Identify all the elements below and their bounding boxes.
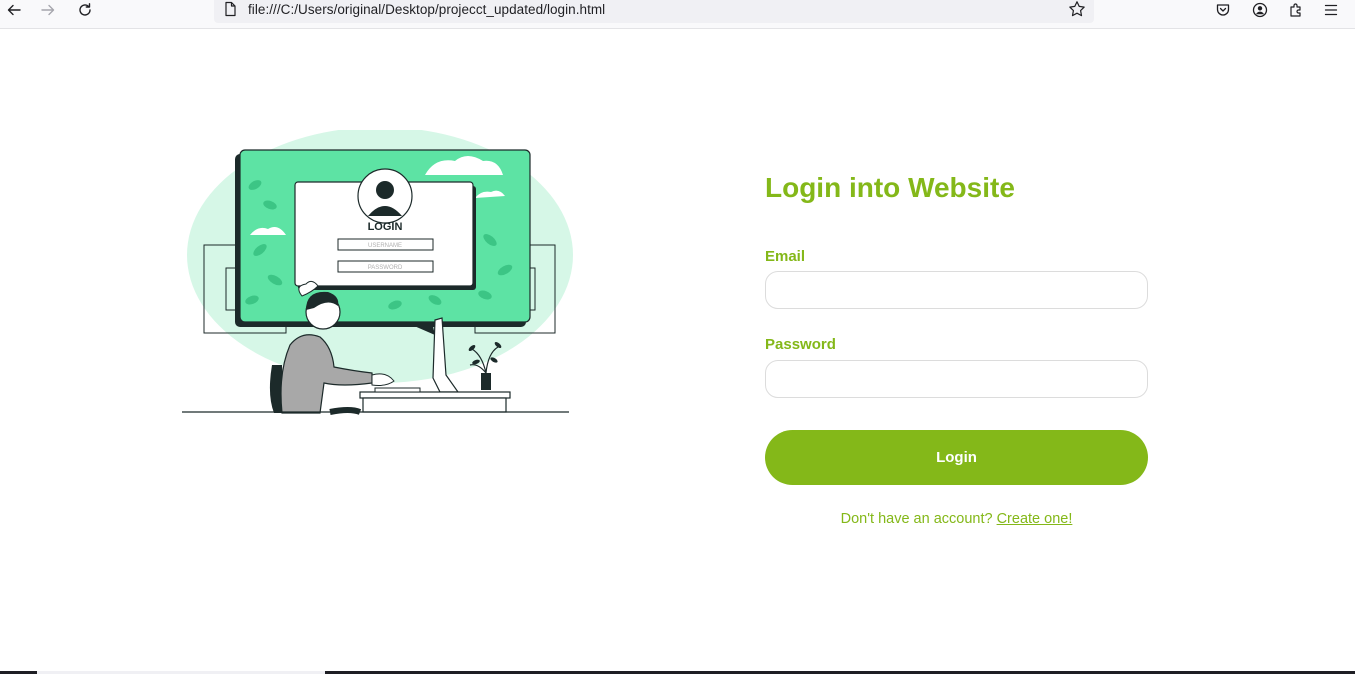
page-title: Login into Website [765,172,1015,203]
arrow-left-icon [7,4,21,16]
password-label: Password [765,336,836,353]
illustration-login-title: LOGIN [368,221,403,233]
pocket-button[interactable] [1211,0,1235,20]
login-button[interactable]: Login [765,430,1148,485]
reload-button[interactable] [73,0,97,20]
puzzle-icon [1290,3,1301,17]
address-bar[interactable]: file:///C:/Users/original/Desktop/projec… [214,0,1094,23]
login-illustration: LOGIN USERNAME PASSWORD [182,130,573,415]
browser-toolbar: file:///C:/Users/original/Desktop/projec… [0,0,1355,29]
forward-button[interactable] [36,0,60,20]
desk [359,391,511,399]
signup-prompt-line: Don't have an account? Create one! [765,511,1148,527]
hamburger-menu-icon [1324,4,1338,16]
email-input[interactable] [765,271,1148,309]
account-button[interactable] [1248,0,1272,20]
url-text[interactable]: file:///C:/Users/original/Desktop/projec… [248,2,605,17]
back-button[interactable] [2,0,26,20]
create-account-link[interactable]: Create one! [997,511,1073,527]
signup-prompt: Don't have an account? [840,511,993,527]
extensions-button[interactable] [1284,0,1308,20]
page-icon [225,1,236,17]
illustration-password-placeholder: PASSWORD [368,265,403,271]
email-label: Email [765,248,806,265]
account-icon [1252,2,1268,18]
illustration-username-placeholder: USERNAME [368,243,402,249]
bookmark-star-icon[interactable] [1068,0,1086,18]
pocket-icon [1216,4,1230,16]
menu-button[interactable] [1319,0,1343,20]
reload-icon [79,3,91,16]
plant-pot [481,373,491,390]
arrow-right-icon [41,4,55,16]
password-input[interactable] [765,360,1148,398]
